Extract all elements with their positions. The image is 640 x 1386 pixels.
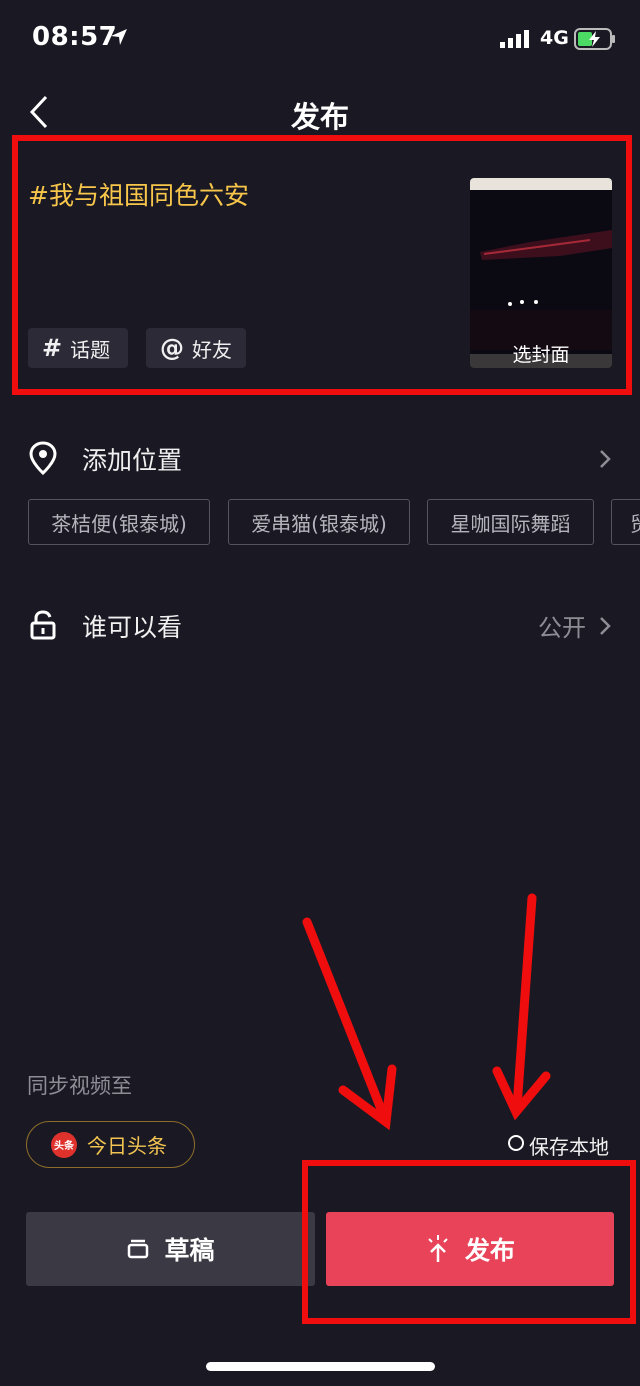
signal-icon xyxy=(500,30,529,48)
home-indicator xyxy=(206,1362,435,1371)
annotation-box-caption xyxy=(12,135,632,395)
sync-label: 同步视频至 xyxy=(27,1074,132,1098)
location-arrow-icon xyxy=(111,29,127,45)
draft-icon xyxy=(128,1239,149,1259)
location-suggestion[interactable]: 爱串猫(银泰城) xyxy=(228,499,410,545)
save-local-radio[interactable] xyxy=(508,1135,524,1151)
annotation-arrow-right xyxy=(492,893,551,1121)
chevron-right-icon[interactable] xyxy=(598,615,612,637)
draft-button[interactable]: 草稿 xyxy=(26,1212,315,1286)
location-pin-icon xyxy=(29,441,57,475)
toutiao-logo: 头条 xyxy=(51,1131,77,1158)
visibility-value[interactable]: 公开 xyxy=(538,608,586,643)
toutiao-sync-toggle[interactable]: 头条 今日头条 xyxy=(26,1121,195,1168)
chevron-right-icon[interactable] xyxy=(598,448,612,470)
unlock-icon xyxy=(30,610,56,640)
toutiao-label: 今日头条 xyxy=(87,1134,167,1158)
location-suggestion[interactable]: 贸 xyxy=(611,499,640,545)
annotation-box-publish xyxy=(302,1160,636,1324)
draft-label: 草稿 xyxy=(164,1236,215,1265)
add-location-label[interactable]: 添加位置 xyxy=(82,441,182,477)
location-suggestion[interactable]: 茶桔便(银泰城) xyxy=(28,499,210,545)
battery-charging-icon xyxy=(574,28,615,50)
network-type: 4G xyxy=(540,27,569,49)
visibility-label[interactable]: 谁可以看 xyxy=(82,608,182,644)
page-title: 发布 xyxy=(290,100,349,134)
annotation-arrow-left xyxy=(302,917,397,1131)
status-time: 08:57 xyxy=(32,22,118,52)
location-suggestion[interactable]: 星咖国际舞蹈 xyxy=(427,499,594,545)
save-local-label[interactable]: 保存本地 xyxy=(529,1131,609,1160)
